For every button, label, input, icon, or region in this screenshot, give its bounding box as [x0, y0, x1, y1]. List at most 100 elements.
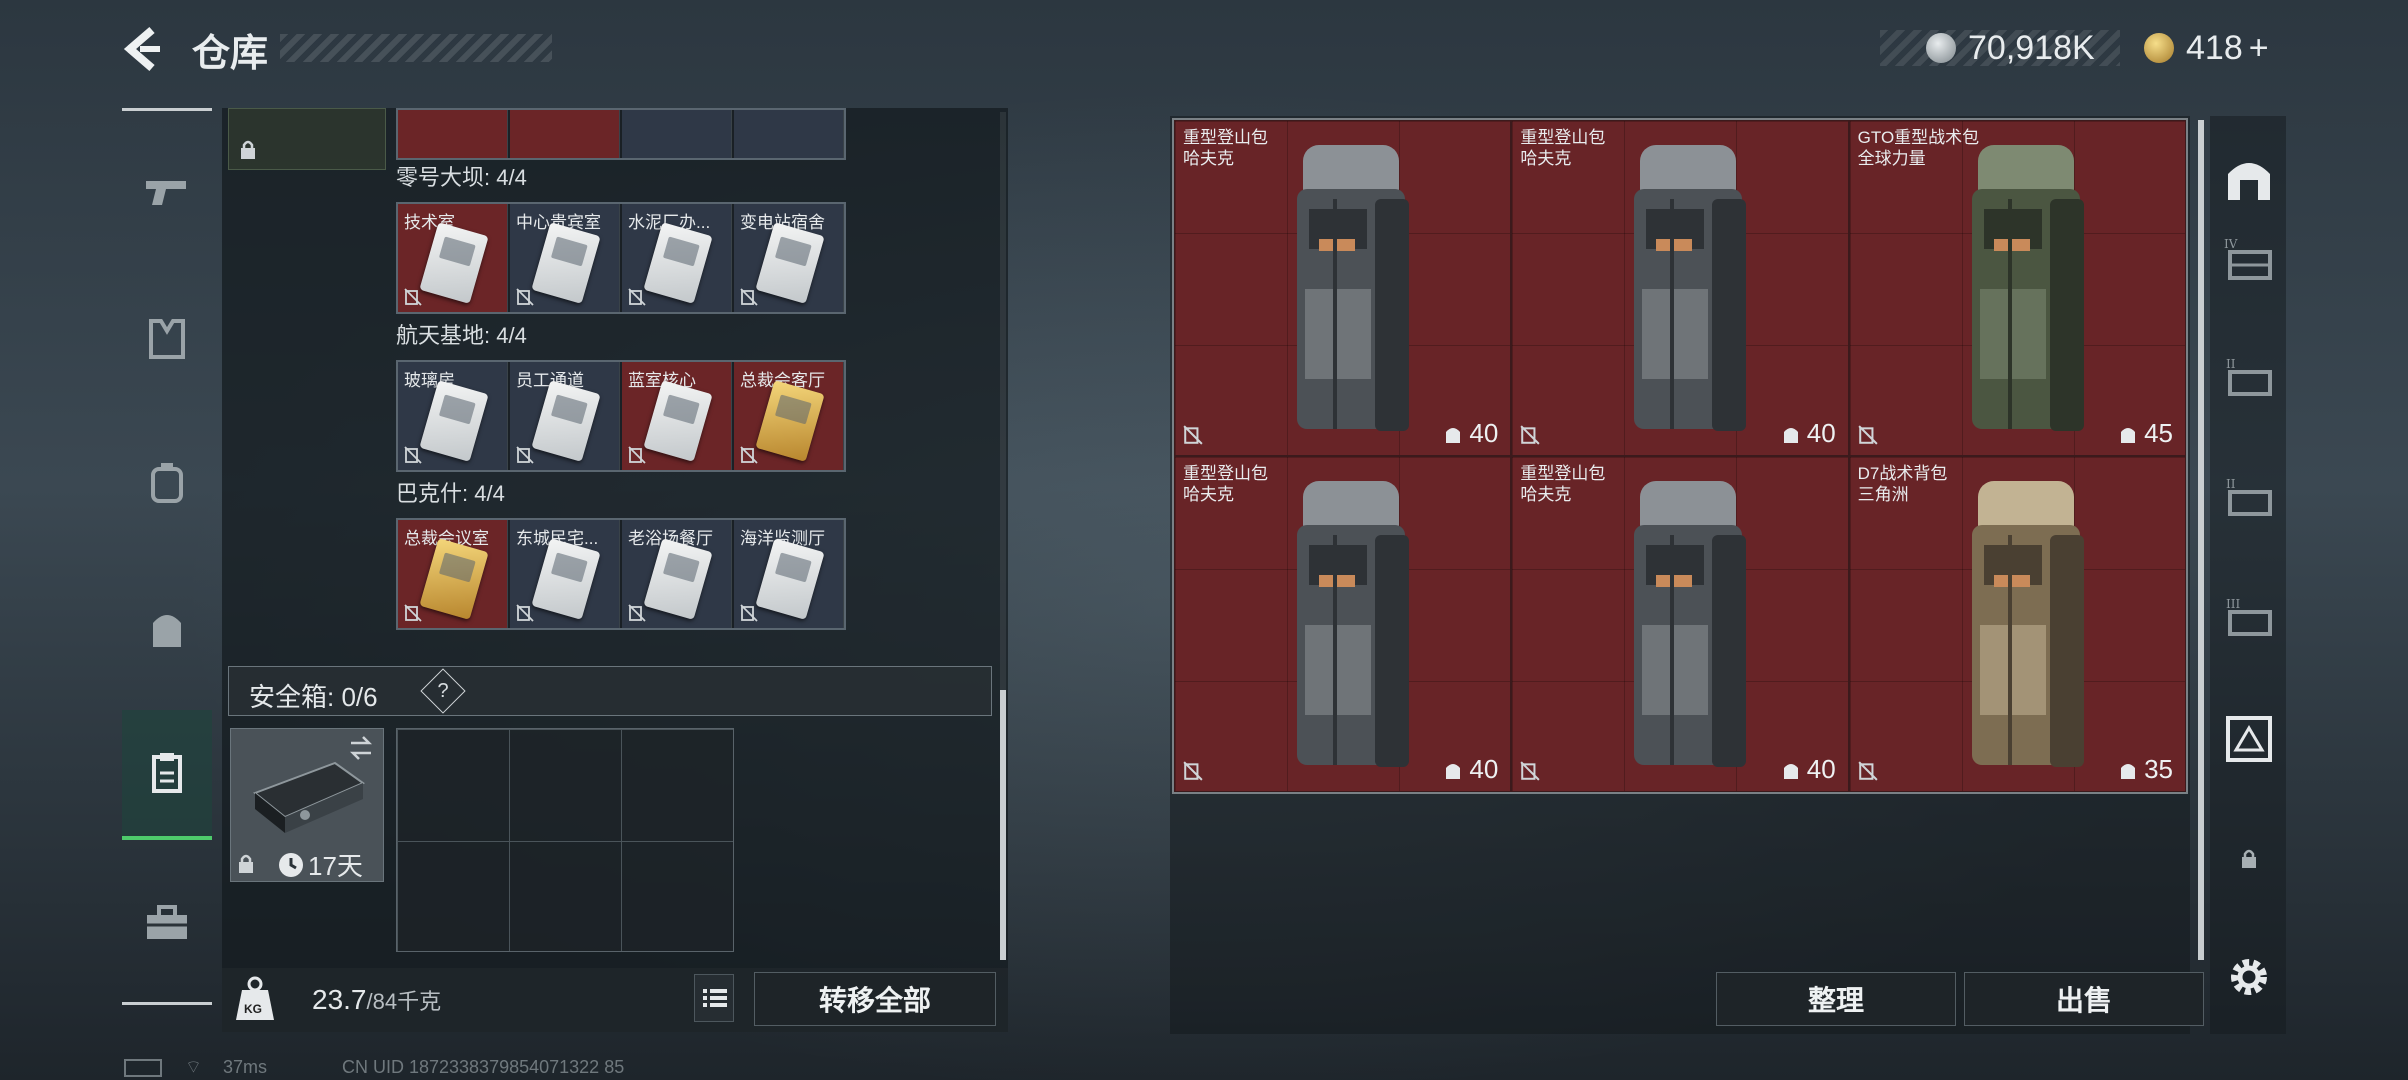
no-drop-icon [740, 288, 758, 306]
help-icon: ? [437, 680, 449, 702]
safebox-label: 安全箱: 0/6 [249, 682, 378, 712]
key-card-slot[interactable]: 老浴场餐厅 [622, 520, 732, 628]
key-card-slot[interactable]: 技术室 [398, 204, 508, 312]
key-card-slot[interactable]: 中心贵宾室 [510, 204, 620, 312]
key-card-slot[interactable]: 玻璃房 [398, 362, 508, 470]
add-gem-button[interactable]: + [2249, 29, 2269, 68]
backpack-item[interactable]: 重型登山包 哈夫克 40 [1511, 456, 1849, 792]
clipboard-icon [152, 753, 182, 793]
status-bar: ⌔ 37ms CN UID 1872338379854071322 85 [124, 1056, 624, 1079]
no-drop-icon [404, 604, 422, 622]
backpack-name: 重型登山包 哈夫克 [1520, 128, 1606, 168]
lock-icon [2242, 849, 2256, 868]
no-drop-icon [1520, 761, 1540, 781]
key-slot[interactable] [734, 110, 844, 158]
key-slot[interactable] [622, 110, 732, 158]
no-drop-icon [516, 604, 534, 622]
nav-safebox[interactable] [122, 710, 212, 840]
tab-storage-iv[interactable]: IV [2214, 224, 2284, 294]
keycard-icon [643, 380, 713, 462]
no-drop-icon [1858, 761, 1878, 781]
key-card-slot[interactable]: 东城民宅... [510, 520, 620, 628]
nav-toolbox[interactable] [122, 858, 212, 988]
nav-divider-bottom [122, 1002, 212, 1005]
sell-button[interactable]: 出售 [1964, 972, 2204, 1026]
swap-icon[interactable] [347, 735, 375, 761]
timer-text: 17天 [308, 851, 363, 881]
gun-icon [146, 181, 186, 205]
vest-icon [149, 319, 185, 359]
warehouse-icon [2228, 163, 2270, 200]
backpack-item[interactable]: D7战术背包 三角洲 35 [1848, 456, 2186, 792]
tab-storage-ii-b[interactable]: II [2214, 464, 2284, 534]
backpack-name: 重型登山包 哈夫克 [1183, 128, 1268, 168]
safebox-header: 安全箱: 0/6 ? [228, 666, 992, 716]
nav-rig[interactable] [122, 418, 212, 548]
keycard-icon [531, 222, 601, 304]
keycard-icon [755, 538, 825, 620]
tab-warehouse[interactable] [2214, 144, 2284, 214]
gem-icon [2144, 33, 2174, 63]
backpack-icon [1297, 481, 1409, 767]
locked-slot [228, 108, 386, 170]
backpack-item[interactable]: GTO重型战术包 全球力量 45 [1848, 120, 2186, 456]
key-card-slot[interactable]: 变电站宿舍 [734, 204, 844, 312]
capacity-icon [2121, 763, 2136, 779]
key-card-slot[interactable]: 总裁会议室 [398, 520, 508, 628]
no-drop-icon [1520, 425, 1540, 445]
back-arrow-icon[interactable] [118, 24, 168, 74]
nav-backpack[interactable] [122, 564, 212, 694]
safebox-timer: 17天 [278, 846, 363, 883]
backpack-item[interactable]: 重型登山包 哈夫克 40 [1174, 120, 1512, 456]
key-card-slot[interactable]: 总裁会客厅 [734, 362, 844, 470]
no-drop-icon [1183, 425, 1203, 445]
key-slot[interactable] [398, 110, 508, 158]
backpack-capacity: 40 [1781, 754, 1836, 785]
key-slot[interactable] [510, 110, 620, 158]
nav-weapons[interactable] [122, 128, 212, 258]
key-card-slot[interactable]: 蓝室核心 [622, 362, 732, 470]
no-drop-icon [628, 604, 646, 622]
key-card-slot[interactable]: 海洋监测厅 [734, 520, 844, 628]
safebox-grid[interactable] [396, 728, 734, 952]
tab-storage-ii-a[interactable]: II [2214, 344, 2284, 414]
backpack-item[interactable]: 重型登山包 哈夫克 40 [1511, 120, 1849, 456]
panel-scrollbar-thumb[interactable] [1000, 690, 1006, 960]
storage-scrollbar[interactable] [2198, 120, 2204, 960]
gem-balance[interactable]: 418 + [2144, 26, 2269, 70]
nav-armor[interactable] [122, 274, 212, 404]
ping-text: 37ms [222, 1057, 267, 1077]
capacity-icon [1783, 763, 1798, 779]
svg-text:II: II [2226, 477, 2236, 491]
top-bar: 仓库 70,918K 418 + [0, 0, 2408, 100]
gem-amount: 418 [2186, 28, 2243, 67]
uid-text: CN UID 1872338379854071322 85 [341, 1057, 625, 1077]
key-row-partial [396, 108, 846, 160]
help-button[interactable]: ? [420, 668, 466, 714]
transfer-all-button[interactable]: 转移全部 [754, 972, 996, 1026]
key-group-label: 航天基地: 4/4 [396, 323, 527, 348]
coin-icon [1926, 33, 1956, 63]
backpack-icon [1971, 145, 2084, 431]
keycard-icon [531, 538, 601, 620]
coin-balance: 70,918K [1926, 26, 2095, 70]
svg-text:III: III [2226, 597, 2240, 611]
settings-button[interactable] [2214, 942, 2284, 1012]
storage-rack-ii-icon: II [2226, 357, 2272, 396]
tab-special-storage[interactable] [2214, 704, 2284, 774]
key-card-slot[interactable]: 员工通道 [510, 362, 620, 470]
list-view-button[interactable] [694, 974, 734, 1022]
title-decoration [280, 34, 552, 62]
backpack-name: GTO重型战术包 全球力量 [1857, 128, 1980, 168]
keycard-icon [419, 222, 489, 304]
lock-icon [239, 854, 253, 873]
keycard-icon [643, 222, 713, 304]
key-card-slot[interactable]: 水泥厂办... [622, 204, 732, 312]
organize-button[interactable]: 整理 [1716, 972, 1956, 1026]
no-drop-icon [516, 288, 534, 306]
weight-readout: 23.7/84千克 [312, 984, 441, 1016]
tab-storage-iii[interactable]: III [2214, 584, 2284, 654]
capacity-icon [2121, 427, 2136, 443]
backpack-item[interactable]: 重型登山包 哈夫克 40 [1174, 456, 1512, 792]
keycard-icon [531, 380, 601, 462]
